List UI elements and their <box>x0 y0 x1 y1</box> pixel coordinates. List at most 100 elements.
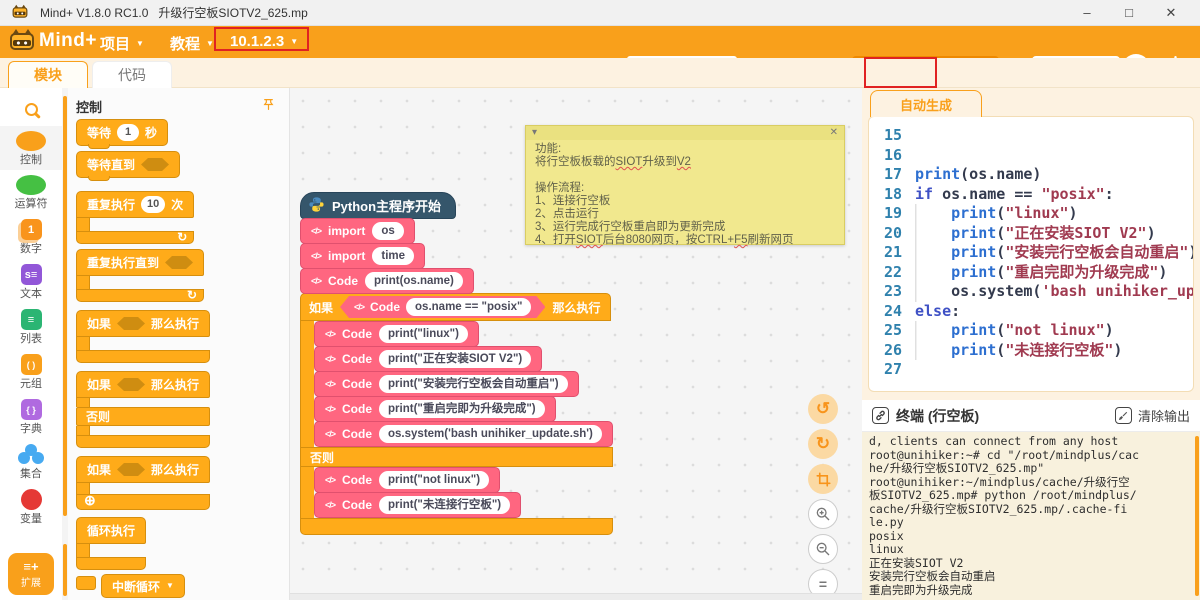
code-print-autoreboot-block[interactable]: </> Code print("安装完行空板会自动重启") <box>314 371 579 397</box>
undo-button[interactable]: ↺ <box>808 394 838 424</box>
block-input[interactable]: print("重启完即为升级完成") <box>379 400 545 418</box>
terminal-title: 终端 (行空板) <box>896 406 979 426</box>
comment-note[interactable]: ▾ ✕ 功能: 将行空板板载的SIOT升级到V2 操作流程: 1、连接行空板 2… <box>525 125 845 245</box>
zoom-out-button[interactable] <box>808 534 838 564</box>
import-os-block[interactable]: </> import os <box>300 218 415 244</box>
palette-block-break-loop[interactable]: 中断循环 ▼ <box>76 574 289 598</box>
palette-header: 控制 <box>76 96 289 116</box>
note-line: 2、点击运行 <box>535 208 835 221</box>
code-os-system-block[interactable]: </> Code os.system('bash unihiker_update… <box>314 421 613 447</box>
redo-button[interactable]: ↻ <box>808 429 838 459</box>
palette-block-if-else[interactable]: 如果 那么执行 否则 <box>76 371 210 448</box>
minimize-button[interactable]: – <box>1066 1 1108 25</box>
sidebar-item-dict[interactable]: { } 字典 <box>0 394 62 439</box>
scrollbar-thumb[interactable] <box>63 544 67 596</box>
block-input[interactable]: 10 <box>141 196 165 213</box>
block-label: 如果 <box>87 376 111 393</box>
menu-tutorial[interactable]: 教程 ▼ <box>170 33 214 54</box>
brand-logo[interactable]: Mind+ <box>10 30 97 52</box>
else-bar[interactable]: 否则 <box>300 447 613 467</box>
terminal-output[interactable]: d, clients can connect from any host roo… <box>862 432 1200 600</box>
block-input[interactable]: print("linux") <box>379 325 468 343</box>
category-label: 控制 <box>20 154 42 166</box>
zoom-in-button[interactable] <box>808 499 838 529</box>
device-ip-select[interactable]: 10.1.2.3 ▼ <box>230 33 298 50</box>
block-input[interactable]: print("正在安装SIOT V2") <box>379 350 531 368</box>
python-main-hat-block[interactable]: Python主程序开始 <box>300 192 456 219</box>
boolean-slot[interactable] <box>117 463 145 476</box>
boolean-slot[interactable] <box>117 317 145 330</box>
code-print-installing-block[interactable]: </> Code print("正在安装SIOT V2") <box>314 346 542 372</box>
condition-block[interactable]: </> Code os.name == "posix" <box>340 296 545 318</box>
block-input[interactable]: time <box>372 247 414 265</box>
canvas-horizontal-scrollbar[interactable] <box>290 593 862 600</box>
list-category-icon: ≡ <box>21 309 42 330</box>
block-input[interactable]: print("未连接行空板") <box>379 496 510 514</box>
close-icon[interactable]: ✕ <box>830 126 838 140</box>
block-input[interactable]: os.system('bash unihiker_update.sh') <box>379 425 602 443</box>
collapse-icon[interactable]: ▾ <box>532 126 537 140</box>
terminal-scrollbar[interactable] <box>1195 436 1199 596</box>
control-category-icon <box>16 131 46 151</box>
block-input[interactable]: print(os.name) <box>365 272 463 290</box>
code-print-osname-block[interactable]: </> Code print(os.name) <box>300 268 474 294</box>
if-header[interactable]: 如果 </> Code os.name == "posix" 那么执行 <box>300 293 611 321</box>
sidebar-item-operators[interactable]: 运算符 <box>0 170 62 214</box>
maximize-button[interactable]: □ <box>1108 1 1150 25</box>
condition-input[interactable]: os.name == "posix" <box>406 298 531 316</box>
sidebar-item-numbers[interactable]: 1 数字 <box>0 214 62 259</box>
palette-block-if-expandable[interactable]: 如果 那么执行 ⊕ <box>76 456 210 510</box>
code-line: 27 <box>869 360 1193 380</box>
if-else-block[interactable]: 如果 </> Code os.name == "posix" 那么执行 </> … <box>300 293 613 535</box>
block-input[interactable]: 1 <box>117 124 139 141</box>
note-line: 功能: <box>535 143 835 156</box>
main-toolbar: Mind+ 项目 ▼ 教程 ▼ 10.1.2.3 ▼ 可视化面板 ? 意见反馈 … <box>0 26 1200 58</box>
palette-block-repeat-times[interactable]: 重复执行 10 次 ↻ <box>76 191 194 244</box>
close-button[interactable]: ✕ <box>1150 1 1192 25</box>
boolean-slot[interactable] <box>165 256 193 269</box>
pin-icon[interactable] <box>262 98 275 114</box>
note-line: 1、连接行空板 <box>535 195 835 208</box>
plus-icon[interactable]: ⊕ <box>84 492 96 509</box>
block-input[interactable]: os <box>372 222 403 240</box>
tab-auto-generated[interactable]: 自动生成 <box>870 90 982 117</box>
palette-block-wait[interactable]: 等待 1 秒 <box>76 119 168 146</box>
sidebar-item-variables[interactable]: 变量 <box>0 484 62 529</box>
sidebar-item-set[interactable]: 集合 <box>0 439 62 484</box>
code-line: 15 <box>869 126 1193 146</box>
code-print-notlinux-block[interactable]: </> Code print("not linux") <box>314 467 500 493</box>
import-time-block[interactable]: </> import time <box>300 243 425 269</box>
tab-blocks[interactable]: 模块 <box>8 61 88 88</box>
block-search-button[interactable] <box>25 92 38 126</box>
sidebar-item-control[interactable]: 控制 <box>0 126 62 170</box>
code-print-notconnected-block[interactable]: </> Code print("未连接行空板") <box>314 492 521 518</box>
hat-label: Python主程序开始 <box>332 196 441 215</box>
screenshot-crop-button[interactable] <box>808 464 838 494</box>
boolean-slot[interactable] <box>117 378 145 391</box>
block-label: 等待直到 <box>87 156 135 173</box>
palette-block-repeat-until[interactable]: 重复执行直到 ↻ <box>76 249 204 302</box>
block-input[interactable]: print("not linux") <box>379 471 489 489</box>
palette-block-forever-loop[interactable]: 循环执行 <box>76 517 146 570</box>
palette-block-if-then[interactable]: 如果 那么执行 <box>76 310 210 363</box>
extensions-button[interactable]: ≡+ 扩展 <box>8 553 54 595</box>
boolean-slot[interactable] <box>141 158 169 171</box>
block-label: 循环执行 <box>87 522 135 539</box>
menu-project[interactable]: 项目 ▼ <box>100 33 144 54</box>
code-print-upgrade-done-block[interactable]: </> Code print("重启完即为升级完成") <box>314 396 556 422</box>
block-keyword: Code <box>328 274 358 288</box>
scrollbar-thumb[interactable] <box>63 96 67 516</box>
generated-code-view[interactable]: 15 16 17print(os.name) 18if os.name == "… <box>868 116 1194 392</box>
block-stub <box>76 576 96 590</box>
sidebar-item-text[interactable]: s≡ 文本 <box>0 259 62 304</box>
workspace-tabbar: 模块 代码 停止 ✓ 代码区 ◉ 文件系统 <box>0 58 1200 88</box>
sidebar-item-list[interactable]: ≡ 列表 <box>0 304 62 349</box>
chevron-down-icon[interactable]: ▼ <box>166 582 174 590</box>
palette-block-wait-until[interactable]: 等待直到 <box>76 151 180 178</box>
script-canvas[interactable]: Python主程序开始 </> import os </> import tim… <box>290 88 862 600</box>
block-input[interactable]: print("安装完行空板会自动重启") <box>379 375 568 393</box>
code-print-linux-block[interactable]: </> Code print("linux") <box>314 321 479 347</box>
tab-code[interactable]: 代码 <box>92 61 172 88</box>
clear-output-button[interactable]: 清除输出 <box>1115 406 1190 425</box>
sidebar-item-tuple[interactable]: ( ) 元组 <box>0 349 62 394</box>
